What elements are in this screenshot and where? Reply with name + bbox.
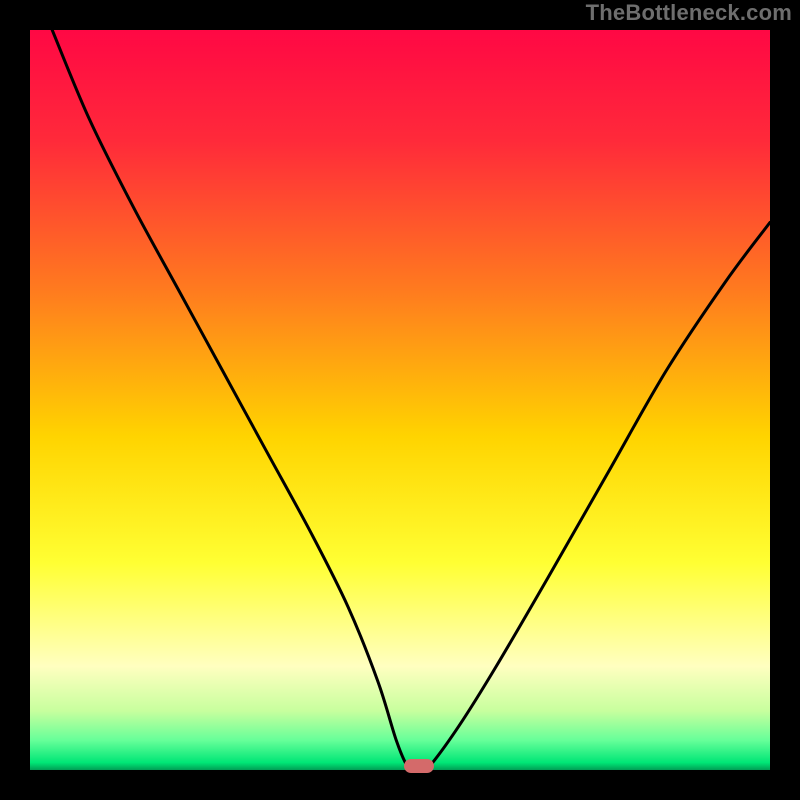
minimum-marker: [404, 759, 434, 773]
plot-area: [30, 30, 770, 770]
bottleneck-curve: [30, 30, 770, 770]
watermark-text: TheBottleneck.com: [586, 0, 792, 26]
